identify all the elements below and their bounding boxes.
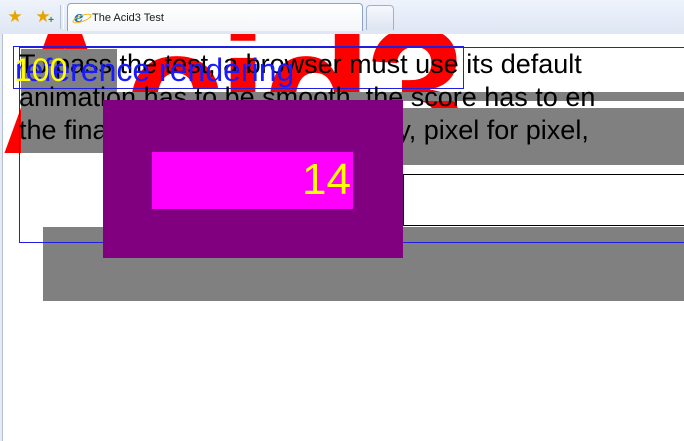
score-value: 14	[302, 155, 351, 204]
tab-acid3[interactable]: e The Acid3 Test	[67, 3, 363, 31]
add-favorites-icon[interactable]: ★ +	[32, 5, 54, 27]
window-left-frame	[0, 34, 3, 441]
toolbar-separator	[60, 5, 64, 29]
ie-page-icon: e	[74, 10, 89, 25]
score-overlay-text: 100	[14, 52, 68, 88]
tab-bar: ★ ★ + e The Acid3 Test	[0, 0, 684, 35]
favorites-star-icon[interactable]: ★	[4, 5, 26, 27]
page-viewport: Acid3 To pass the test, a browser must u…	[0, 34, 684, 441]
tab-title: The Acid3 Test	[92, 12, 164, 24]
new-tab-button[interactable]	[366, 5, 394, 30]
magenta-score-box: 14	[152, 152, 353, 209]
